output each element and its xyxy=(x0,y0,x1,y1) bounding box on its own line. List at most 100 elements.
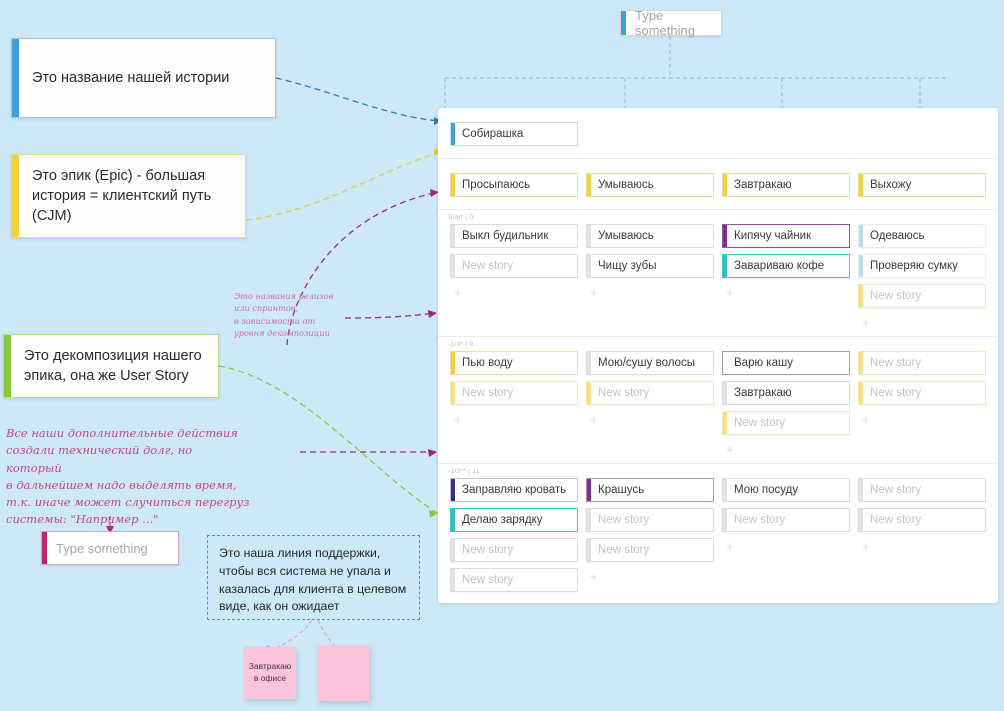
board-column: Просыпаюсь xyxy=(446,173,582,203)
scribble-tech-debt-line-3: в дальнейшем надо выделять время, xyxy=(6,477,237,492)
board-row: -1/3* | 9 Пью воду New story + Мою/сушу воло… xyxy=(438,336,998,463)
story-card[interactable]: Завтракаю xyxy=(722,381,850,405)
board-columns: Собирашка xyxy=(438,122,998,158)
board-row: Start | 0 Выкл будильник New story + Умываюс… xyxy=(438,209,998,336)
row-label xyxy=(438,159,998,173)
new-story-placeholder-card[interactable]: New story xyxy=(450,538,578,562)
board-column: Собирашка xyxy=(446,122,582,152)
board-column: Кипячу чайник Завариваю кофе + xyxy=(718,224,854,330)
note-story[interactable]: Это название нашей истории xyxy=(11,38,276,118)
story-card[interactable]: Делаю зарядку xyxy=(450,508,578,532)
board-column: Завтракаю xyxy=(718,173,854,203)
add-story-button[interactable]: + xyxy=(586,568,714,584)
story-card[interactable]: Просыпаюсь xyxy=(450,173,578,197)
story-card[interactable]: Варю кашу xyxy=(722,351,850,375)
scribble-releases-line-1: Это названия релизов xyxy=(234,291,334,301)
sticky-note-blank[interactable] xyxy=(317,645,369,701)
story-card[interactable]: Крашусь xyxy=(586,478,714,502)
board-column: Крашусь New story New story + xyxy=(582,478,718,603)
add-story-button[interactable]: + xyxy=(858,314,986,330)
new-story-placeholder-card[interactable]: New story xyxy=(858,508,986,532)
story-card[interactable]: Завтракаю xyxy=(722,173,850,197)
story-card[interactable]: Проверяю сумку xyxy=(858,254,986,278)
new-story-placeholder-card[interactable]: New story xyxy=(858,284,986,308)
new-story-placeholder-card[interactable]: New story xyxy=(858,351,986,375)
board-column: Выхожу xyxy=(854,173,990,203)
callout-support-text: Это наша линия поддержки, чтобы вся сист… xyxy=(219,546,407,614)
new-story-placeholder-card[interactable]: New story xyxy=(858,381,986,405)
note-decomposition-text: Это декомпозиция нашего эпика, она же Us… xyxy=(24,348,202,384)
scribble-tech-debt-line-5: системы: "Например ..." xyxy=(6,512,159,527)
new-story-placeholder-card[interactable]: New story xyxy=(450,381,578,405)
story-card[interactable]: Мою/сушу волосы xyxy=(586,351,714,375)
scribble-releases-line-3: в зависимости от xyxy=(234,315,316,326)
board-column: Заправляю кровать Делаю зарядку New story N… xyxy=(446,478,582,603)
board-row: Собирашка xyxy=(438,108,998,158)
add-story-button[interactable]: + xyxy=(858,411,986,427)
note-decomposition[interactable]: Это декомпозиция нашего эпика, она же Us… xyxy=(3,334,219,398)
story-card[interactable]: Умываюсь xyxy=(586,173,714,197)
board-column: Выкл будильник New story + xyxy=(446,224,582,330)
scribble-tech-debt-line-1: Все наши дополнительные действия xyxy=(6,426,238,440)
add-story-button[interactable]: + xyxy=(858,538,986,554)
board-columns: Просыпаюсь Умываюсь Завтракаю Выхожу xyxy=(438,173,998,209)
board-column xyxy=(854,122,990,152)
new-story-placeholder-card[interactable]: New story xyxy=(858,478,986,502)
story-card[interactable]: Мою посуду xyxy=(722,478,850,502)
row-label: Start | 0 xyxy=(448,214,474,221)
new-story-placeholder-card[interactable]: New story xyxy=(722,411,850,435)
add-story-button[interactable]: + xyxy=(586,284,714,300)
new-story-placeholder-card[interactable]: New story xyxy=(586,381,714,405)
callout-support-line: Это наша линия поддержки, чтобы вся сист… xyxy=(207,535,420,620)
new-story-placeholder-card[interactable]: New story xyxy=(450,568,578,592)
board-column: Одеваюсь Проверяю сумку New story + xyxy=(854,224,990,330)
board-column: Мою посуду New story + xyxy=(718,478,854,603)
add-story-button[interactable]: + xyxy=(450,411,578,427)
board-column: Мою/сушу волосы New story + xyxy=(582,351,718,457)
board-columns: Заправляю кровать Делаю зарядку New story N… xyxy=(438,478,998,603)
add-story-button[interactable]: + xyxy=(586,411,714,427)
add-story-button[interactable]: + xyxy=(450,598,578,603)
board-column: New story New story + xyxy=(854,351,990,457)
story-card[interactable]: Завариваю кофе xyxy=(722,254,850,278)
story-card[interactable]: Умываюсь xyxy=(586,224,714,248)
board-column xyxy=(718,122,854,152)
add-story-button[interactable]: + xyxy=(450,284,578,300)
board-column: Умываюсь Чищу зубы + xyxy=(582,224,718,330)
add-story-button[interactable]: + xyxy=(722,538,850,554)
story-card[interactable]: Собирашка xyxy=(450,122,578,146)
scribble-tech-debt-line-4: т.к. иначе может случиться перегруз xyxy=(6,495,250,509)
scribble-tech-debt: Все наши дополнительные действия создали… xyxy=(6,425,251,529)
story-card[interactable]: Выкл будильник xyxy=(450,224,578,248)
canvas: Type something Это название нашей истори… xyxy=(0,0,1004,711)
add-story-button[interactable]: + xyxy=(722,441,850,457)
top-type-something-input[interactable]: Type something xyxy=(620,8,722,38)
story-card[interactable]: Выхожу xyxy=(858,173,986,197)
new-story-placeholder-card[interactable]: New story xyxy=(722,508,850,532)
board-row: Просыпаюсь Умываюсь Завтракаю Выхожу xyxy=(438,158,998,209)
note-epic[interactable]: Это эпик (Epic) - большая история = клие… xyxy=(11,154,246,238)
row-label: -1/3* | 9 xyxy=(448,341,474,348)
new-story-placeholder-card[interactable]: New story xyxy=(586,538,714,562)
add-story-button[interactable]: + xyxy=(722,284,850,300)
story-card[interactable]: Одеваюсь xyxy=(858,224,986,248)
sticky-note-breakfast-office[interactable]: Завтракаю в офисе xyxy=(244,647,296,699)
row-label: -1/3** | 11 xyxy=(448,468,480,475)
board-columns: Пью воду New story + Мою/сушу волосы New sto… xyxy=(438,351,998,463)
scribble-releases-line-2: или спринтов, xyxy=(234,303,299,314)
board-columns: Выкл будильник New story + Умываюсь Чищу зуб… xyxy=(438,224,998,336)
row-label xyxy=(438,108,998,122)
story-card[interactable]: Чищу зубы xyxy=(586,254,714,278)
story-card[interactable]: Пью воду xyxy=(450,351,578,375)
new-story-placeholder-card[interactable]: New story xyxy=(586,508,714,532)
board-column: Варю кашу Завтракаю New story + xyxy=(718,351,854,457)
board-column xyxy=(582,122,718,152)
new-story-placeholder-card[interactable]: New story xyxy=(450,254,578,278)
story-map-board: Собирашка Просыпаюсь Умываюсь Завтракаю Выхо… xyxy=(438,108,998,603)
scribble-tech-debt-line-2: создали технический долг, но который xyxy=(6,443,193,475)
sticky-note-text: Завтракаю в офисе xyxy=(248,661,292,683)
board-column: New story New story + xyxy=(854,478,990,603)
story-card[interactable]: Заправляю кровать xyxy=(450,478,578,502)
pink-type-something-input[interactable]: Type something xyxy=(41,531,179,565)
story-card[interactable]: Кипячу чайник xyxy=(722,224,850,248)
